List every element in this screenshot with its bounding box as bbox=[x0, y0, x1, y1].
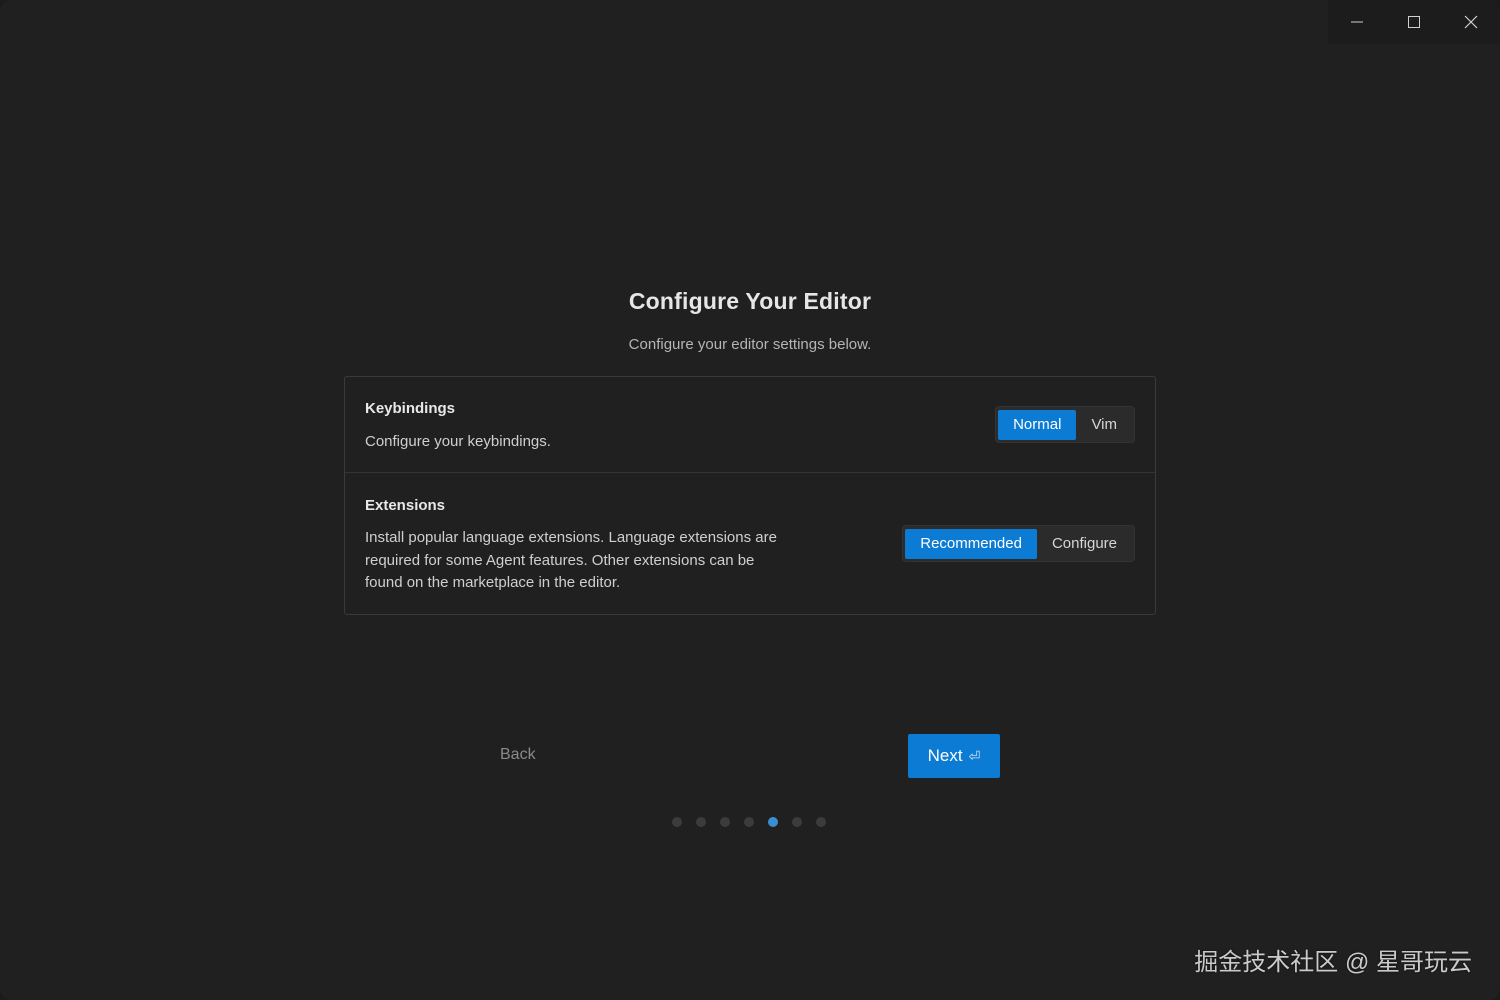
back-button[interactable]: Back bbox=[500, 746, 536, 764]
watermark: 掘金技术社区 @ 星哥玩云 bbox=[1194, 949, 1472, 976]
next-button[interactable]: Next ⏎ bbox=[908, 734, 1000, 778]
next-button-label: Next bbox=[927, 746, 963, 765]
extensions-description-line: found on the marketplace in the editor. bbox=[365, 574, 621, 591]
close-icon[interactable] bbox=[1442, 0, 1499, 44]
keybindings-description: Configure your keybindings. bbox=[365, 433, 551, 450]
keybindings-option-vim[interactable]: Vim bbox=[1076, 410, 1132, 440]
extensions-title: Extensions bbox=[365, 497, 446, 514]
extensions-option-configure[interactable]: Configure bbox=[1037, 529, 1132, 559]
step-dot bbox=[744, 817, 754, 827]
keybindings-title: Keybindings bbox=[365, 400, 456, 417]
extensions-toggle: Recommended Configure bbox=[902, 525, 1135, 562]
settings-card: Keybindings Configure your keybindings. … bbox=[344, 376, 1156, 615]
extensions-row: Extensions Install popular language exte… bbox=[345, 473, 1155, 614]
extensions-description-line: Install popular language extensions. Lan… bbox=[365, 529, 777, 546]
step-dot bbox=[696, 817, 706, 827]
enter-key-icon: ⏎ bbox=[968, 747, 981, 764]
setup-window: Configure Your Editor Configure your edi… bbox=[0, 0, 1500, 1000]
keybindings-option-normal[interactable]: Normal bbox=[998, 409, 1077, 440]
window-controls bbox=[1328, 0, 1500, 44]
step-dot-active bbox=[768, 817, 778, 827]
maximize-icon[interactable] bbox=[1385, 0, 1442, 44]
step-dot bbox=[816, 817, 826, 827]
step-dot bbox=[720, 817, 730, 827]
step-dot bbox=[672, 817, 682, 827]
keybindings-row: Keybindings Configure your keybindings. … bbox=[345, 377, 1155, 473]
extensions-description: Install popular language extensions. Lan… bbox=[365, 527, 777, 595]
keybindings-toggle: Normal Vim bbox=[995, 406, 1135, 443]
extensions-description-line: required for some Agent features. Other … bbox=[365, 551, 755, 569]
page-title: Configure Your Editor bbox=[628, 288, 872, 314]
minimize-icon[interactable] bbox=[1328, 0, 1385, 44]
step-indicator bbox=[672, 817, 840, 827]
page-subtitle: Configure your editor settings below. bbox=[628, 336, 872, 353]
step-dot bbox=[792, 817, 802, 827]
extensions-option-recommended[interactable]: Recommended bbox=[905, 528, 1037, 559]
